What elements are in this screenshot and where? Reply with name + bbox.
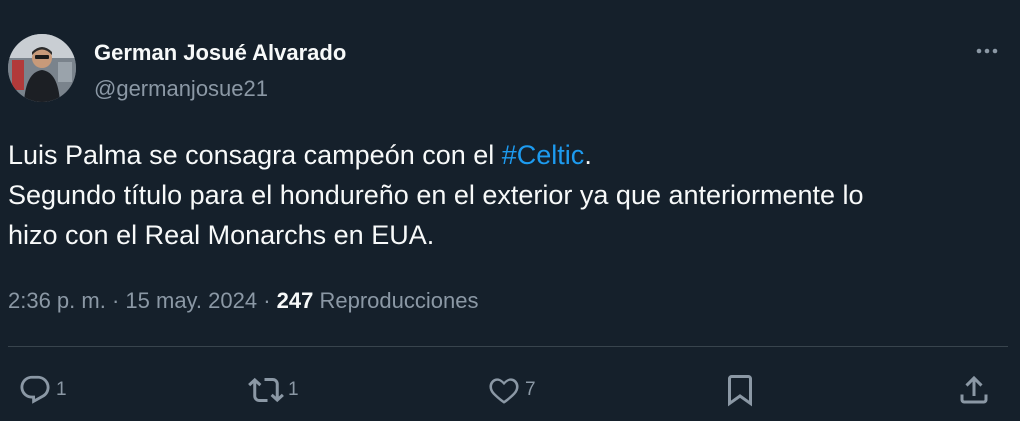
reply-icon bbox=[20, 375, 50, 404]
user-display-name[interactable]: German Josué Alvarado bbox=[94, 40, 346, 66]
tweet-line-3: hizo con el Real Monarchs en EUA. bbox=[8, 220, 435, 250]
like-count: 7 bbox=[525, 379, 536, 400]
more-options-button[interactable] bbox=[970, 38, 1004, 64]
bookmark-button[interactable] bbox=[722, 370, 758, 410]
meta-separator: · bbox=[105, 288, 126, 313]
divider bbox=[8, 346, 1008, 347]
tweet-line-1: Luis Palma se consagra campeón con el #C… bbox=[8, 135, 1008, 175]
reply-button[interactable]: 1 bbox=[18, 370, 67, 410]
share-button[interactable] bbox=[956, 370, 992, 410]
more-horizontal-icon bbox=[976, 48, 998, 54]
tweet-text: Luis Palma se consagra campeón con el #C… bbox=[8, 135, 1008, 255]
user-handle[interactable]: @germanjosue21 bbox=[94, 76, 268, 102]
meta-separator: · bbox=[257, 288, 277, 313]
avatar[interactable] bbox=[8, 34, 76, 102]
tweet-line-2: Segundo título para el hondureño en el e… bbox=[8, 180, 864, 210]
heart-icon bbox=[489, 378, 519, 404]
views-label: Reproducciones bbox=[313, 288, 479, 313]
like-button[interactable]: 7 bbox=[487, 370, 536, 410]
tweet-metadata: 2:36 p. m. · 15 may. 2024 · 247 Reproduc… bbox=[8, 288, 478, 314]
bookmark-icon bbox=[728, 375, 752, 407]
profile-photo bbox=[8, 34, 76, 102]
reply-count: 1 bbox=[56, 379, 67, 400]
retweet-icon bbox=[248, 377, 284, 403]
share-icon bbox=[960, 375, 988, 404]
tweet-text-segment: Luis Palma se consagra campeón con el bbox=[8, 140, 502, 170]
views-count: 247 bbox=[276, 288, 314, 313]
hashtag-link[interactable]: #Celtic bbox=[502, 140, 585, 170]
retweet-button[interactable]: 1 bbox=[248, 370, 299, 410]
tweet-text-segment: . bbox=[584, 140, 592, 170]
tweet-time[interactable]: 2:36 p. m. bbox=[8, 288, 106, 313]
retweet-count: 1 bbox=[288, 379, 299, 400]
tweet-date[interactable]: 15 may. 2024 bbox=[125, 288, 257, 313]
